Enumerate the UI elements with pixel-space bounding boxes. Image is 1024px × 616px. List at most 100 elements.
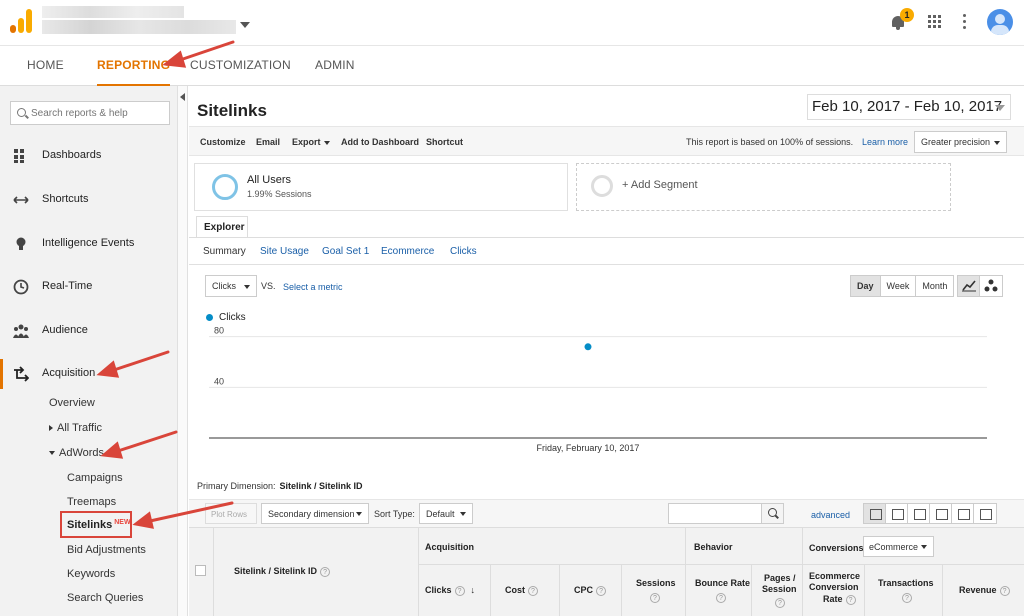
tab-explorer[interactable]: Explorer [196,216,248,238]
caret-right-icon [49,425,53,432]
segment-ring-icon [591,175,613,197]
date-range-picker[interactable]: Feb 10, 2017 - Feb 10, 2017 [807,94,1011,120]
search-input[interactable] [31,105,166,121]
sidebar-item-overview[interactable]: Overview [49,397,95,409]
help-icon[interactable]: ? [775,598,785,608]
col-cost[interactable]: Cost? [490,565,559,616]
add-to-dashboard-button[interactable]: Add to Dashboard [341,137,419,147]
performance-view-icon[interactable] [908,504,930,523]
avatar[interactable] [987,9,1013,35]
help-icon[interactable]: ? [902,593,912,603]
day-button[interactable]: Day [851,276,881,296]
table-search[interactable] [668,503,784,524]
analytics-logo[interactable] [10,9,34,33]
chevron-down-icon [995,105,1005,111]
line-chart-icon[interactable] [958,276,980,296]
more-vert-icon[interactable] [963,14,966,29]
sidebar-item-dashboards[interactable]: Dashboards [0,141,178,171]
col-bounce-rate[interactable]: Bounce Rate ? [685,565,751,616]
sidebar-item-treemaps[interactable]: Treemaps [67,496,116,508]
property-name-blurred[interactable] [42,20,236,34]
help-icon[interactable]: ? [596,585,607,596]
sidebar-item-intelligence-events[interactable]: Intelligence Events [0,229,178,259]
shortcut-button[interactable]: Shortcut [426,137,463,147]
conversions-value: eCommerce [869,542,919,552]
col-transactions[interactable]: Transactions ? [864,565,942,616]
export-button[interactable]: Export [292,137,330,147]
email-button[interactable]: Email [256,137,280,147]
week-button[interactable]: Week [880,276,917,296]
help-icon[interactable]: ? [999,585,1010,596]
advanced-filter-link[interactable]: advanced [811,510,850,520]
sidebar-item-acquisition[interactable]: Acquisition [0,359,178,389]
col-label: CPC [574,585,594,595]
lightbulb-icon [16,237,26,250]
subtab-goal-set-1[interactable]: Goal Set 1 [322,246,369,257]
help-icon[interactable]: ? [716,593,726,603]
motion-chart-icon[interactable] [980,276,1002,296]
account-name-blurred[interactable] [42,6,184,18]
tab-reporting[interactable]: REPORTING [97,58,171,86]
dimension-header[interactable]: Sitelink / Sitelink ID? [213,528,418,616]
tab-home[interactable]: HOME [27,58,64,72]
help-icon[interactable]: ? [454,585,465,596]
sidebar-item-label: Audience [42,324,88,336]
metric-select[interactable]: Clicks [205,275,257,297]
learn-more-link[interactable]: Learn more [862,137,908,147]
apps-grid-icon[interactable] [928,15,941,28]
help-icon[interactable]: ? [320,566,331,577]
primary-dimension-value[interactable]: Sitelink / Sitelink ID [280,481,363,491]
collapse-left-icon [180,93,185,101]
sidebar-item-shortcuts[interactable]: Shortcuts [0,185,178,215]
term-cloud-view-icon[interactable] [952,504,974,523]
sidebar-item-campaigns[interactable]: Campaigns [67,472,123,484]
subtab-summary[interactable]: Summary [203,246,246,257]
search-icon[interactable] [761,504,783,523]
sidebar-item-adwords[interactable]: AdWords [49,447,104,459]
add-segment-button[interactable]: + Add Segment [576,163,951,211]
sort-type-select[interactable]: Default [419,503,473,524]
col-revenue[interactable]: Revenue? [942,565,1024,616]
sidebar-item-search-queries[interactable]: Search Queries [67,592,143,604]
tab-admin[interactable]: ADMIN [315,58,355,72]
help-icon[interactable]: ? [845,594,856,605]
col-sessions[interactable]: Sessions ? [621,565,685,616]
sidebar-item-all-traffic[interactable]: All Traffic [49,422,102,434]
secondary-dimension-select[interactable]: Secondary dimension [261,503,369,524]
group-label: Acquisition [425,542,474,552]
chevron-down-icon [244,285,250,289]
subtab-ecommerce[interactable]: Ecommerce [381,246,434,257]
tab-customization[interactable]: CUSTOMIZATION [190,58,291,72]
col-cpc[interactable]: CPC? [559,565,621,616]
chart-type-toggle [957,275,1003,297]
conversions-select[interactable]: eCommerce [863,536,934,557]
sidebar-item-audience[interactable]: Audience [0,316,178,346]
data-table-view-icon[interactable] [864,504,886,523]
sidebar-search[interactable] [10,101,170,125]
segment-name: All Users [247,174,292,186]
sidebar-collapse-handle[interactable] [178,86,188,616]
subtab-clicks[interactable]: Clicks [450,246,477,257]
sidebar-item-real-time[interactable]: Real-Time [0,272,178,302]
sidebar-item-bid-adjustments[interactable]: Bid Adjustments [67,544,146,556]
plot-rows-button[interactable]: Plot Rows [205,503,257,524]
main-nav: HOME REPORTING CUSTOMIZATION ADMIN [0,46,1024,86]
customize-button[interactable]: Customize [200,137,246,147]
pie-view-icon[interactable] [886,504,908,523]
account-dropdown-caret-icon[interactable] [240,22,250,28]
col-clicks[interactable]: Clicks? ↓ [418,565,490,616]
precision-select[interactable]: Greater precision [914,131,1007,153]
help-icon[interactable]: ? [528,585,538,596]
select-all-checkbox[interactable] [195,565,206,576]
sidebar-item-keywords[interactable]: Keywords [67,568,115,580]
pivot-view-icon[interactable] [974,504,996,523]
segment-all-users[interactable]: All Users 1.99% Sessions [194,163,568,211]
select-metric-link[interactable]: Select a metric [283,282,343,292]
col-ecommerce-conversion-rate[interactable]: Ecommerce Conversion Rate? [802,565,864,616]
month-button[interactable]: Month [916,276,954,296]
subtab-site-usage[interactable]: Site Usage [260,246,309,257]
table-search-input[interactable] [669,504,761,523]
col-pages-per-session[interactable]: Pages / Session ? [751,565,802,616]
help-icon[interactable]: ? [650,593,660,603]
comparison-view-icon[interactable] [930,504,952,523]
